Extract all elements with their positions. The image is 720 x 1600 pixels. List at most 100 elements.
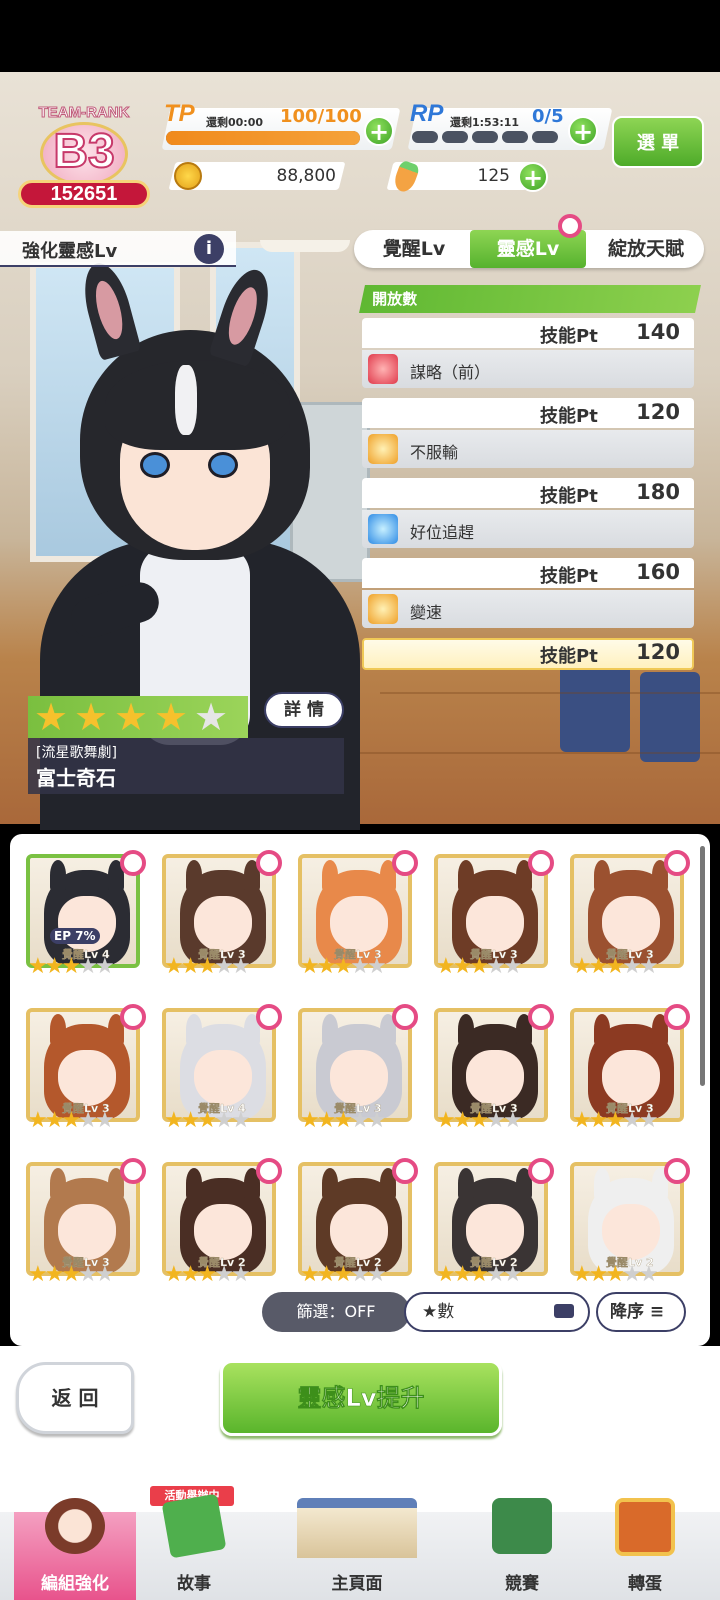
character-card[interactable]: 覺醒Lv 3 ★★★★★ — [294, 1004, 418, 1136]
story-book-icon — [161, 1493, 227, 1559]
character-card[interactable]: 覺醒Lv 2 ★★★★★ — [566, 1158, 690, 1290]
character-card[interactable]: 覺醒Lv 2 ★★★★★ — [294, 1158, 418, 1290]
star-filled-icon: ★ — [34, 695, 69, 739]
inspiration-badge-icon — [392, 850, 418, 876]
strategy-icon — [368, 354, 398, 384]
runner-icon — [368, 434, 398, 464]
character-card[interactable]: 覺醒Lv 3 ★★★★★ — [430, 1004, 554, 1136]
inspiration-badge-icon — [392, 1158, 418, 1184]
tp-add-button[interactable]: + — [364, 116, 394, 146]
card-rarity-stars: ★★★★★ — [28, 954, 115, 979]
character-grid[interactable]: 覺醒Lv 4 EP 7% ★★★★★ 覺醒Lv 3 ★★★★★ 覺醒Lv 3 ★★★★★ 覺醒… — [10, 834, 710, 1346]
card-rarity-stars: ★★★★★ — [436, 954, 523, 979]
card-rarity-stars: ★★★★★ — [572, 1262, 659, 1287]
grid-scrollbar[interactable] — [700, 846, 705, 1086]
card-rarity-stars: ★★★★★ — [436, 1108, 523, 1133]
rp-value: 0/5 — [532, 106, 564, 127]
character-card[interactable]: 覺醒Lv 3 ★★★★★ — [22, 1004, 146, 1136]
home-building-icon — [297, 1498, 417, 1558]
character-card[interactable]: 覺醒Lv 3 ★★★★★ — [566, 1004, 690, 1136]
tp-bar — [166, 131, 360, 145]
rp-segment — [442, 131, 468, 143]
skill-pt-label: 技能Pt — [540, 486, 598, 507]
coin-value: 88,800 — [276, 166, 336, 186]
nav-home[interactable]: 主頁面 — [252, 1498, 462, 1600]
team-icon — [45, 1498, 105, 1554]
character-card[interactable]: 覺醒Lv 3 ★★★★★ — [566, 850, 690, 982]
rp-segment — [502, 131, 528, 143]
tp-recover-time: 還剩00:00 — [206, 116, 264, 129]
skill-name: 好位追趕 — [410, 523, 475, 542]
nav-race[interactable]: 競賽 — [462, 1498, 582, 1600]
skill-name: 謀略（前） — [410, 363, 491, 382]
star-filled-icon: ★ — [74, 695, 109, 739]
team-rank-score: 152651 — [18, 180, 150, 208]
card-rarity-stars: ★★★★★ — [164, 1108, 251, 1133]
character-card[interactable]: 覺醒Lv 2 ★★★★★ — [158, 1158, 282, 1290]
skill-row[interactable]: 技能Pt 120 不服輸 — [362, 398, 694, 470]
gacha-icon — [615, 1498, 675, 1556]
skill-row[interactable]: 技能Pt 120 — [362, 638, 694, 670]
rp-recover-time: 還剩1:53:11 — [450, 116, 520, 129]
race-icon — [492, 1498, 552, 1554]
character-card[interactable]: 覺醒Lv 3 ★★★★★ — [294, 850, 418, 982]
team-rank-label: TEAM-RANK — [38, 104, 130, 122]
card-ep-percent: EP 7% — [50, 928, 100, 944]
rp-segment — [532, 131, 558, 143]
sort-direction-button[interactable]: 降序 ≡ — [596, 1292, 686, 1332]
nav-team-enhance[interactable]: 編組強化 — [14, 1498, 136, 1600]
character-card[interactable]: 覺醒Lv 2 ★★★★★ — [430, 1158, 554, 1290]
carrot-add-button[interactable]: + — [518, 162, 548, 192]
card-rarity-stars: ★★★★★ — [300, 1108, 387, 1133]
skill-pt-value: 120 — [636, 640, 680, 664]
team-rank-grade: B3 — [52, 124, 115, 179]
inspiration-badge-icon — [392, 1004, 418, 1030]
card-rarity-stars: ★★★★★ — [28, 1262, 115, 1287]
card-rarity-stars: ★★★★★ — [300, 954, 387, 979]
detail-button[interactable]: 詳 情 — [264, 692, 344, 728]
sort-lines-icon: ≡ — [649, 1302, 665, 1322]
inspiration-badge-icon — [664, 1158, 690, 1184]
sparkle-icon — [368, 514, 398, 544]
nav-gacha[interactable]: 轉蛋 — [582, 1498, 708, 1600]
character-subtitle: [流星歌舞劇] — [36, 745, 117, 761]
inspiration-badge-icon — [256, 1004, 282, 1030]
menu-button[interactable]: 選 單 — [612, 116, 704, 168]
character-card[interactable]: 覺醒Lv 4 EP 7% ★★★★★ — [22, 850, 146, 982]
skill-row[interactable]: 技能Pt 180 好位追趕 — [362, 478, 694, 550]
team-rank-badge[interactable]: TEAM-RANK B3 152651 — [14, 98, 154, 210]
character-card[interactable]: 覺醒Lv 3 ★★★★★ — [430, 850, 554, 982]
skill-pt-label: 技能Pt — [540, 326, 598, 347]
back-button[interactable]: 返 回 — [16, 1362, 134, 1434]
skill-pt-label: 技能Pt — [540, 406, 598, 427]
ceiling-lamp — [260, 240, 350, 252]
nav-story[interactable]: 故事 — [136, 1493, 252, 1600]
character-card[interactable]: 覺醒Lv 3 ★★★★★ — [22, 1158, 146, 1290]
inspiration-badge-icon — [256, 850, 282, 876]
info-icon[interactable]: i — [194, 234, 224, 264]
chair — [640, 672, 700, 762]
inspiration-badge-icon — [120, 1004, 146, 1030]
skill-pt-value: 140 — [636, 320, 680, 344]
inspiration-badge-icon — [256, 1158, 282, 1184]
inspiration-badge-icon — [120, 1158, 146, 1184]
inspiration-upgrade-button[interactable]: 靈感Lv提升 — [220, 1360, 502, 1436]
inspiration-badge-icon — [664, 850, 690, 876]
tab-awaken-lv[interactable]: 覺醒Lv — [360, 230, 468, 268]
inspiration-badge-icon — [664, 1004, 690, 1030]
character-card[interactable]: 覺醒Lv 4 ★★★★★ — [158, 1004, 282, 1136]
inspiration-badge-icon — [528, 850, 554, 876]
sort-field-select[interactable]: ★數 — [404, 1292, 590, 1332]
carrot-value: 125 — [477, 166, 510, 186]
skill-row[interactable]: 技能Pt 160 變速 — [362, 558, 694, 630]
character-card[interactable]: 覺醒Lv 3 ★★★★★ — [158, 850, 282, 982]
tab-bar: 覺醒Lv 靈感Lv 綻放天賦 — [354, 230, 704, 268]
card-rarity-stars: ★★★★★ — [436, 1262, 523, 1287]
filter-button[interactable]: 篩選：OFF — [262, 1292, 410, 1332]
rp-label: RP — [410, 100, 444, 127]
tp-label: TP — [164, 100, 195, 127]
runner-icon — [368, 594, 398, 624]
skill-row[interactable]: 技能Pt 140 謀略（前） — [362, 318, 694, 390]
rp-add-button[interactable]: + — [568, 116, 598, 146]
tab-bloom-talent[interactable]: 綻放天賦 — [588, 230, 704, 268]
